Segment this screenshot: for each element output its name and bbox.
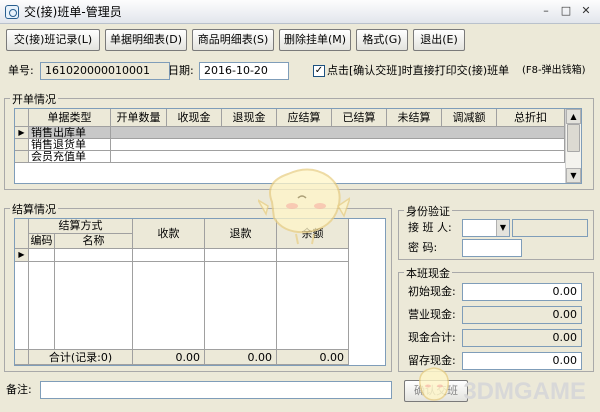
col-doc-type: 单据类型: [29, 109, 111, 127]
row-indicator-header: [15, 109, 29, 127]
balance-cell[interactable]: [277, 249, 349, 262]
total-indicator: [15, 349, 29, 365]
goods-detail-button[interactable]: 商品明细表(S): [192, 29, 274, 51]
col-reduction: 调减额: [442, 109, 497, 127]
row-indicator-icon: ▶: [15, 249, 29, 262]
mascot-watermark-icon: [258, 168, 350, 245]
table-row-cells[interactable]: [111, 139, 565, 151]
window-title: 交(接)班单-管理员: [24, 5, 122, 19]
doc-no-field: 161020000010001: [40, 62, 170, 80]
total-cash-label: 现金合计:: [408, 331, 456, 344]
business-cash-label: 营业现金:: [408, 308, 456, 321]
refund-column: [205, 262, 277, 349]
identity-section-title: 身份验证: [404, 203, 452, 219]
row-indicator-header: [15, 219, 29, 249]
name-column: [55, 262, 133, 349]
delete-hold-button[interactable]: 删除挂单(M): [279, 29, 351, 51]
minimize-icon[interactable]: –: [538, 4, 554, 19]
table-row[interactable]: 会员充值单: [29, 151, 111, 163]
title-bar: 交(接)班单-管理员 – □ ✕: [0, 0, 600, 24]
settle-section-title: 结算情况: [10, 201, 58, 217]
chevron-down-icon[interactable]: ▼: [496, 220, 509, 236]
receiver-name-field: [512, 219, 588, 237]
row-indicator: [15, 151, 29, 163]
window-controls: – □ ✕: [538, 4, 594, 19]
code-column: [29, 262, 55, 349]
initial-cash-label: 初始现金:: [408, 285, 456, 298]
col-receive: 收款: [133, 219, 205, 249]
header-row: 单号: 161020000010001 日期: 2016-10-20 ✓ 点击[…: [0, 62, 600, 82]
open-section-title: 开单情况: [10, 91, 58, 107]
bill-detail-button[interactable]: 单据明细表(D): [105, 29, 187, 51]
table-row-cells[interactable]: [111, 127, 565, 139]
total-cash-field: 0.00: [462, 329, 582, 347]
doc-no-label: 单号:: [8, 64, 34, 77]
indicator-column: [15, 262, 29, 349]
scroll-thumb[interactable]: [567, 124, 580, 152]
receive-column: [133, 262, 205, 349]
table-row[interactable]: 销售出库单: [29, 127, 111, 139]
remark-label: 备注:: [6, 383, 32, 396]
password-input[interactable]: [462, 239, 522, 257]
toolbar: 交(接)班记录(L) 单据明细表(D) 商品明细表(S) 删除挂单(M) 格式(…: [0, 24, 600, 56]
col-discount: 总折扣: [497, 109, 565, 127]
open-grid-scrollbar[interactable]: ▲ ▼: [565, 109, 581, 183]
receiver-label: 接 班 人:: [408, 221, 452, 234]
row-indicator: [15, 139, 29, 151]
small-mascot-icon: [419, 367, 449, 401]
total-label: 合计(记录:0): [29, 349, 133, 365]
app-icon: [5, 4, 19, 19]
date-field[interactable]: 2016-10-20: [199, 62, 289, 80]
name-cell[interactable]: [55, 249, 133, 262]
total-balance: 0.00: [277, 349, 349, 365]
col-due: 应结算: [277, 109, 332, 127]
receive-cell[interactable]: [133, 249, 205, 262]
col-name: 名称: [55, 234, 133, 249]
code-cell[interactable]: [29, 249, 55, 262]
col-settled: 已结算: [332, 109, 387, 127]
cash-drawer-hint: (F8-弹出钱箱): [522, 65, 586, 76]
maximize-icon[interactable]: □: [558, 4, 574, 19]
col-count: 开单数量: [111, 109, 167, 127]
initial-cash-field[interactable]: 0.00: [462, 283, 582, 301]
row-indicator-icon: ▶: [15, 127, 29, 139]
balance-column: [277, 262, 349, 349]
scroll-up-icon[interactable]: ▲: [566, 109, 581, 124]
refund-cell[interactable]: [205, 249, 277, 262]
close-icon[interactable]: ✕: [578, 4, 594, 19]
password-label: 密 码:: [408, 241, 438, 254]
format-button[interactable]: 格式(G): [356, 29, 408, 51]
retain-cash-field[interactable]: 0.00: [462, 352, 582, 370]
total-receive: 0.00: [133, 349, 205, 365]
watermark-text: 3DMGAME: [463, 378, 586, 405]
exit-button[interactable]: 退出(E): [413, 29, 465, 51]
cash-section-title: 本班现金: [404, 265, 452, 281]
date-label: 日期:: [168, 64, 194, 77]
col-settle-method: 结算方式: [29, 219, 133, 234]
col-cash-out: 退现金: [222, 109, 277, 127]
remark-input[interactable]: [40, 381, 392, 399]
total-refund: 0.00: [205, 349, 277, 365]
col-cash-in: 收现金: [167, 109, 222, 127]
col-unsettled: 未结算: [387, 109, 442, 127]
print-checkbox-label: 点击[确认交班]时直接打印交(接)班单: [327, 64, 510, 77]
print-checkbox[interactable]: ✓: [313, 65, 325, 77]
col-code: 编码: [29, 234, 55, 249]
scroll-down-icon[interactable]: ▼: [566, 168, 581, 183]
business-cash-field: 0.00: [462, 306, 582, 324]
table-row[interactable]: 销售退货单: [29, 139, 111, 151]
shift-record-button[interactable]: 交(接)班记录(L): [6, 29, 100, 51]
